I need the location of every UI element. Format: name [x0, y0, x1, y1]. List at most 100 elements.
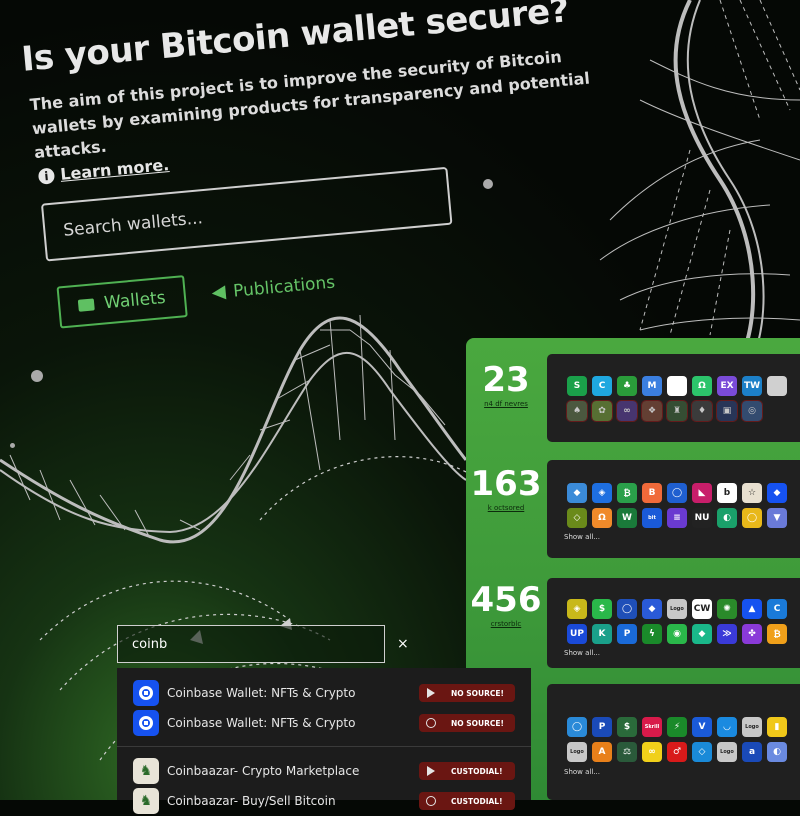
- wallet-app-icon[interactable]: S: [567, 376, 587, 396]
- wallet-app-icon[interactable]: [767, 376, 787, 396]
- status-badge: NO SOURCE!: [419, 684, 515, 702]
- result-name: Coinbaazar- Buy/Sell Bitcoin: [167, 794, 336, 808]
- play-store-icon: [427, 766, 435, 776]
- wallet-app-icon[interactable]: NU: [692, 508, 712, 528]
- wallet-app-icon[interactable]: ◇: [692, 742, 712, 762]
- wallet-app-icon[interactable]: C: [767, 599, 787, 619]
- stat-block: 23 n4 df nevres: [466, 360, 546, 408]
- wallet-app-icon[interactable]: ◯: [617, 599, 637, 619]
- divider: [117, 746, 531, 747]
- wallet-app-icon[interactable]: ✺: [717, 599, 737, 619]
- wallet-app-icon[interactable]: ≫: [717, 624, 737, 644]
- wallet-app-icon[interactable]: ◣: [692, 483, 712, 503]
- wallet-app-icon[interactable]: Logo: [717, 742, 737, 762]
- wallet-app-icon[interactable]: ✤: [742, 624, 762, 644]
- wallet-app-icon[interactable]: ◉: [667, 624, 687, 644]
- wallet-app-icon[interactable]: ♦: [691, 400, 713, 422]
- publications-link[interactable]: Publications: [210, 272, 336, 303]
- wallet-app-icon[interactable]: ◯: [667, 483, 687, 503]
- wallet-app-icon[interactable]: ∞: [616, 400, 638, 422]
- wallet-app-icon[interactable]: K: [592, 624, 612, 644]
- result-item[interactable]: Coinbase Wallet: NFTs & Crypto NO SOURCE…: [117, 678, 531, 708]
- wallet-app-icon[interactable]: ▮: [767, 717, 787, 737]
- wallet-app-icon[interactable]: V: [692, 717, 712, 737]
- wallet-app-icon[interactable]: ◎: [741, 400, 763, 422]
- wallet-app-icon[interactable]: ◯: [567, 717, 587, 737]
- wallet-app-icon[interactable]: a: [742, 742, 762, 762]
- wallet-app-icon[interactable]: P: [617, 624, 637, 644]
- wallet-app-icon[interactable]: ♣: [617, 376, 637, 396]
- wallet-app-icon[interactable]: $: [617, 717, 637, 737]
- wallet-app-icon[interactable]: EX: [717, 376, 737, 396]
- wallet-app-icon[interactable]: ♜: [666, 400, 688, 422]
- wallet-app-icon[interactable]: ₿: [617, 483, 637, 503]
- wallet-app-icon[interactable]: ◆: [767, 483, 787, 503]
- close-icon[interactable]: ×: [397, 636, 409, 652]
- coinbase-logo-icon: [133, 710, 159, 736]
- stat-block: 456 crstorblc: [466, 580, 546, 628]
- quick-search-input[interactable]: coinb: [117, 625, 385, 663]
- wallet-app-icon[interactable]: Skrill: [642, 717, 662, 737]
- show-all-link[interactable]: Show all...: [564, 649, 600, 657]
- stat-label[interactable]: crstorblc: [466, 620, 546, 628]
- show-all-link[interactable]: Show all...: [564, 768, 600, 776]
- wallet-app-icon[interactable]: M: [642, 376, 662, 396]
- wallet-app-icon[interactable]: ◈: [567, 599, 587, 619]
- wallet-app-icon[interactable]: ◇: [567, 508, 587, 528]
- wallet-app-icon[interactable]: Logo: [567, 742, 587, 762]
- wallet-app-icon[interactable]: ⚖: [617, 742, 637, 762]
- wallet-app-icon[interactable]: P: [592, 717, 612, 737]
- wallet-app-icon[interactable]: ▼: [767, 508, 787, 528]
- wallet-app-icon[interactable]: bit: [642, 508, 662, 528]
- stat-label[interactable]: k octsored: [466, 504, 546, 512]
- wallet-app-icon[interactable]: Ω: [692, 376, 712, 396]
- quick-search-value: coinb: [132, 636, 168, 652]
- wallet-app-icon[interactable]: A: [592, 742, 612, 762]
- wallet-app-icon[interactable]: Ω: [592, 508, 612, 528]
- wallet-icons-card: ◯ P $ Skrill ⚡ V ◡ Logo ▮ Logo A ⚖ ∞ ♂ ◇ Logo a ◐ Show a…: [547, 684, 800, 800]
- wallet-app-icon[interactable]: C: [592, 376, 612, 396]
- wallet-app-icon[interactable]: ▣: [716, 400, 738, 422]
- coinbaazar-logo-icon: ♞: [133, 788, 159, 814]
- wallet-icons-card: S C ♣ M Ω EX TW ♠ ✿ ∞ ❖ ♜ ♦ ▣ ◎: [547, 354, 800, 442]
- wallet-app-icon[interactable]: b: [717, 483, 737, 503]
- wallet-app-icon[interactable]: Logo: [667, 599, 687, 619]
- wallet-app-icon[interactable]: W: [617, 508, 637, 528]
- wallet-app-icon[interactable]: ♂: [667, 742, 687, 762]
- wallet-app-icon[interactable]: ▲: [742, 599, 762, 619]
- wallet-app-icon[interactable]: ◡: [717, 717, 737, 737]
- wallet-app-icon[interactable]: ❖: [641, 400, 663, 422]
- wallet-app-icon[interactable]: ◆: [642, 599, 662, 619]
- wallet-app-icon[interactable]: Logo: [742, 717, 762, 737]
- wallet-app-icon[interactable]: UP: [567, 624, 587, 644]
- search-placeholder: Search wallets...: [62, 208, 204, 241]
- wallet-app-icon[interactable]: ϟ: [642, 624, 662, 644]
- wallet-app-icon[interactable]: ⚡: [667, 717, 687, 737]
- stat-block: 163 k octsored: [466, 464, 546, 512]
- coinbaazar-logo-icon: ♞: [133, 758, 159, 784]
- wallet-app-icon[interactable]: ✿: [591, 400, 613, 422]
- stat-label[interactable]: n4 df nevres: [466, 400, 546, 408]
- wallet-app-icon[interactable]: ◆: [692, 624, 712, 644]
- wallet-app-icon[interactable]: CW: [692, 599, 712, 619]
- wallet-app-icon[interactable]: ◯: [742, 508, 762, 528]
- result-item[interactable]: Coinbase Wallet: NFTs & Crypto NO SOURCE…: [117, 708, 531, 738]
- wallet-app-icon[interactable]: TW: [742, 376, 762, 396]
- wallet-app-icon[interactable]: ₿: [767, 624, 787, 644]
- wallet-app-icon[interactable]: ☆: [742, 483, 762, 503]
- search-wallets-input[interactable]: Search wallets...: [40, 166, 453, 262]
- wallet-app-icon[interactable]: $: [592, 599, 612, 619]
- wallet-app-icon[interactable]: ◐: [717, 508, 737, 528]
- wallet-app-icon[interactable]: ◈: [592, 483, 612, 503]
- show-all-link[interactable]: Show all...: [564, 533, 600, 541]
- wallet-app-icon[interactable]: ◐: [767, 742, 787, 762]
- result-item[interactable]: ♞ Coinbaazar- Crypto Marketplace CUSTODI…: [117, 756, 531, 786]
- wallet-app-icon[interactable]: ♠: [566, 400, 588, 422]
- stat-number: 23: [482, 360, 530, 400]
- wallet-app-icon[interactable]: ≡: [667, 508, 687, 528]
- result-item[interactable]: ♞ Coinbaazar- Buy/Sell Bitcoin CUSTODIAL…: [117, 786, 531, 816]
- wallet-app-icon[interactable]: ◆: [567, 483, 587, 503]
- wallet-app-icon[interactable]: ∞: [642, 742, 662, 762]
- wallet-app-icon[interactable]: B: [642, 483, 662, 503]
- wallet-app-icon[interactable]: [667, 376, 687, 396]
